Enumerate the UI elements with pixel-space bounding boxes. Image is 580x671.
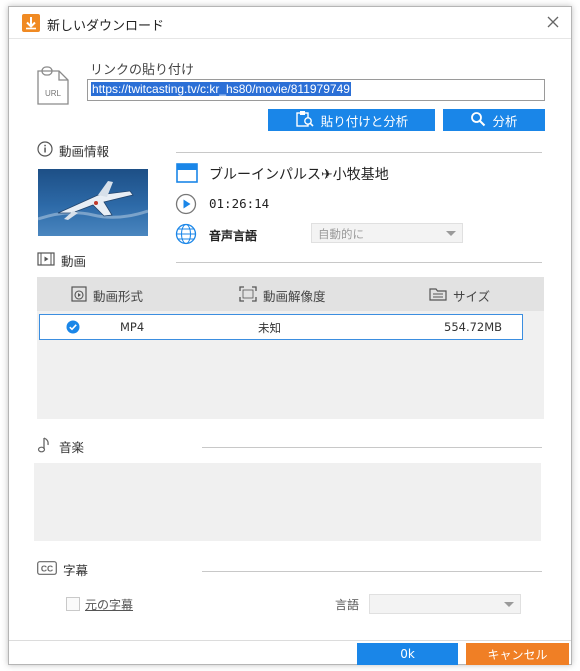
video-format-icon	[71, 286, 87, 305]
url-input-value: https://twitcasting.tv/c:kr_hs80/movie/8…	[91, 82, 351, 96]
column-resolution: 動画解像度	[239, 286, 326, 305]
video-heading: 動画	[37, 251, 86, 270]
original-subtitles-label[interactable]: 元の字幕	[85, 596, 133, 613]
app-download-icon	[22, 14, 40, 32]
audio-language-value: 自動的に	[318, 227, 364, 241]
video-title: ブルーインパルス✈小牧基地	[209, 167, 389, 183]
row-resolution: 未知	[258, 321, 281, 335]
column-format-label: 動画形式	[93, 289, 144, 304]
video-info-label: 動画情報	[59, 144, 110, 159]
subtitle-language-label: 言語	[335, 598, 360, 612]
subtitle-language-select[interactable]	[369, 594, 521, 614]
search-icon	[470, 111, 486, 130]
subtitles-divider	[202, 571, 542, 572]
window-title: 新しいダウンロード	[47, 19, 165, 34]
clipboard-search-icon	[295, 110, 315, 131]
music-list	[34, 463, 541, 541]
play-circle-icon	[175, 193, 197, 218]
link-paste-label: リンクの貼り付け	[90, 63, 195, 78]
svg-text:URL: URL	[45, 89, 62, 98]
url-input[interactable]: https://twitcasting.tv/c:kr_hs80/movie/8…	[87, 79, 545, 101]
video-thumbnail	[38, 169, 148, 236]
title-bar: 新しいダウンロード	[9, 7, 571, 39]
video-divider	[176, 262, 542, 263]
music-heading: 音楽	[37, 436, 84, 457]
original-subtitles-checkbox[interactable]	[66, 597, 80, 611]
video-info-divider	[176, 152, 542, 153]
globe-icon	[175, 223, 197, 248]
cancel-button[interactable]: キャンセル	[466, 643, 569, 665]
folder-icon	[429, 286, 447, 305]
subtitles-label: 字幕	[63, 563, 89, 578]
row-format: MP4	[120, 320, 145, 334]
selected-check-icon	[66, 320, 80, 337]
video-film-icon	[37, 251, 55, 270]
ok-button[interactable]: 0k	[357, 643, 458, 665]
analyze-label: 分析	[492, 113, 518, 129]
analyze-button[interactable]: 分析	[443, 109, 545, 131]
video-duration: 01:26:14	[209, 196, 270, 211]
chevron-down-icon	[446, 231, 456, 236]
paste-and-analyze-label: 貼り付けと分析	[320, 113, 409, 129]
video-label: 動画	[61, 254, 87, 269]
video-title-icon	[176, 163, 198, 186]
close-icon[interactable]	[546, 15, 560, 29]
music-label: 音楽	[59, 440, 85, 455]
resolution-icon	[239, 286, 257, 305]
download-dialog: 新しいダウンロード URL リンクの貼り付け https://twitcasti…	[8, 6, 572, 665]
column-size: サイズ	[429, 286, 490, 305]
music-note-icon	[37, 436, 53, 457]
url-file-icon: URL	[35, 65, 71, 107]
column-size-label: サイズ	[453, 289, 491, 304]
table-header: 動画形式 動画解像度 サイズ	[37, 277, 544, 311]
column-resolution-label: 動画解像度	[263, 289, 326, 304]
chevron-down-icon	[504, 602, 514, 607]
video-info-heading: 動画情報	[37, 141, 109, 160]
table-row[interactable]: MP4 未知 554.72MB	[39, 314, 523, 340]
closed-captions-icon: CC	[37, 561, 57, 578]
subtitles-heading: CC 字幕	[37, 560, 88, 579]
audio-language-select[interactable]: 自動的に	[311, 223, 463, 243]
video-format-table: 動画形式 動画解像度 サイズ MP4 未知 554.72MB	[37, 277, 544, 419]
info-icon	[37, 141, 53, 160]
audio-language-label: 音声言語	[209, 229, 258, 243]
svg-text:CC: CC	[41, 564, 53, 574]
music-divider	[202, 447, 542, 448]
paste-and-analyze-button[interactable]: 貼り付けと分析	[268, 109, 435, 131]
column-format: 動画形式	[71, 286, 143, 305]
row-size: 554.72MB	[444, 320, 503, 334]
dialog-footer: 0k キャンセル	[9, 640, 571, 666]
